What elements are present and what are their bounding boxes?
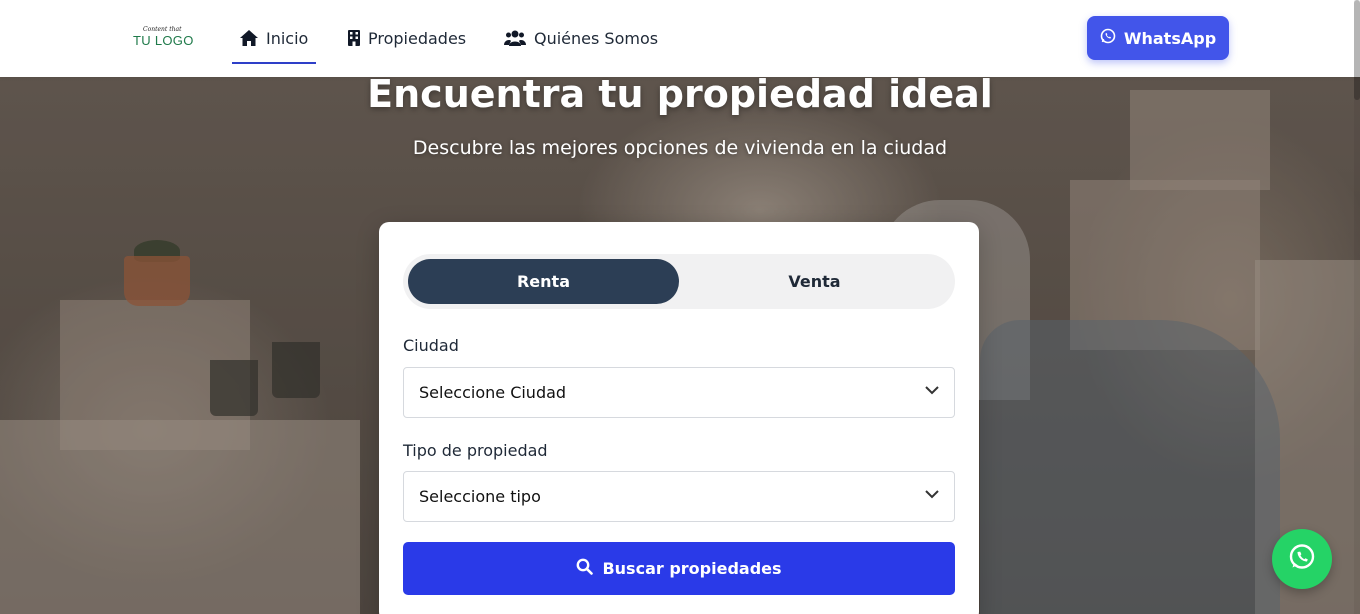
logo-tagline: Content that bbox=[143, 26, 182, 33]
logo-name: TU LOGO bbox=[133, 33, 194, 48]
nav-label: Propiedades bbox=[368, 28, 467, 48]
property-type-value: Seleccione tipo bbox=[419, 487, 541, 506]
nav-item-propiedades[interactable]: Propiedades bbox=[340, 20, 474, 56]
home-icon bbox=[240, 30, 258, 46]
property-type-label: Tipo de propiedad bbox=[403, 441, 548, 460]
city-label: Ciudad bbox=[403, 336, 459, 355]
property-type-select[interactable]: Seleccione tipo bbox=[403, 471, 955, 522]
scrollbar-thumb[interactable] bbox=[1354, 0, 1360, 100]
cardboard-box bbox=[0, 420, 360, 614]
nav-label: Quiénes Somos bbox=[534, 28, 659, 48]
tab-venta[interactable]: Venta bbox=[679, 259, 950, 304]
logo[interactable]: Content that TU LOGO bbox=[133, 26, 197, 50]
nav-label: Inicio bbox=[266, 28, 309, 48]
page-scrollbar[interactable] bbox=[1354, 0, 1360, 614]
cardboard-box bbox=[60, 300, 250, 450]
whatsapp-button[interactable]: WhatsApp bbox=[1087, 16, 1229, 60]
city-select-value: Seleccione Ciudad bbox=[419, 383, 567, 402]
whatsapp-float-button[interactable] bbox=[1272, 529, 1332, 589]
operation-toggle: Renta Venta bbox=[403, 254, 955, 309]
whatsapp-icon bbox=[1100, 28, 1116, 48]
tab-renta[interactable]: Renta bbox=[408, 259, 679, 304]
whatsapp-button-label: WhatsApp bbox=[1123, 28, 1217, 48]
plant bbox=[134, 240, 180, 262]
cardboard-box bbox=[1070, 180, 1260, 350]
chevron-down-icon bbox=[924, 486, 940, 506]
navbar: Content that TU LOGO Inicio Propiedades … bbox=[0, 0, 1360, 77]
nav-item-inicio[interactable]: Inicio bbox=[232, 20, 316, 64]
building-icon bbox=[348, 30, 360, 46]
hero-subtitle: Descubre las mejores opciones de viviend… bbox=[412, 137, 948, 159]
plant-pot bbox=[124, 256, 190, 306]
search-card: Renta Venta Ciudad Seleccione Ciudad Tip… bbox=[379, 222, 979, 614]
mug bbox=[272, 342, 320, 398]
search-button-label: Buscar propiedades bbox=[602, 559, 782, 578]
city-select[interactable]: Seleccione Ciudad bbox=[403, 367, 955, 418]
users-icon bbox=[504, 30, 526, 46]
search-properties-button[interactable]: Buscar propiedades bbox=[403, 542, 955, 595]
whatsapp-icon bbox=[1288, 543, 1316, 575]
chevron-down-icon bbox=[924, 382, 940, 402]
hero-title: Encuentra tu propiedad ideal bbox=[367, 72, 993, 116]
nav-item-quienes-somos[interactable]: Quiénes Somos bbox=[496, 20, 666, 56]
search-icon bbox=[576, 558, 594, 579]
person-legs bbox=[980, 320, 1280, 614]
mug bbox=[210, 360, 258, 416]
